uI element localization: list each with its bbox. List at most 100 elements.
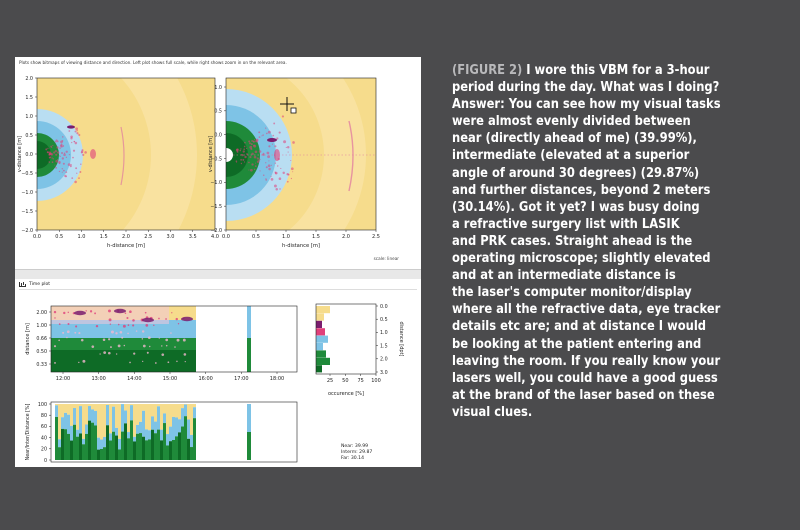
- time-hotspot: [127, 332, 129, 335]
- ratio-ytick-label: 0: [44, 458, 47, 464]
- right-hotspot: [256, 157, 259, 160]
- left-ytick-label: 1.0: [25, 114, 33, 120]
- ratio-interm-segment: [58, 439, 61, 448]
- ratio-far-segment: [184, 404, 187, 405]
- right-hotspot: [248, 161, 250, 164]
- time-hotspot: [147, 336, 151, 340]
- caption-text: angle of around 30 degrees) (29.87%): [452, 165, 700, 181]
- time-ytick-label: 1.00: [36, 323, 47, 329]
- ratio-near-segment: [190, 447, 193, 460]
- right-hotspot: [251, 139, 254, 142]
- right-hotspot: [240, 148, 242, 150]
- ratio-interm-segment: [160, 429, 163, 441]
- caption-line: details etc are; and at distance I would: [452, 318, 749, 335]
- caption-line: period during the day. What was I doing?: [452, 79, 749, 96]
- time-hotspot: [126, 316, 129, 320]
- left-hotspot: [84, 151, 87, 154]
- ratio-near-segment: [73, 424, 76, 460]
- left-ytick-label: 1.5: [25, 95, 33, 101]
- right-hotspot: [239, 149, 242, 152]
- right-hotspot: [256, 160, 260, 163]
- time-hotspot: [135, 330, 138, 332]
- time-hotspot: [133, 352, 136, 355]
- left-hotspot: [52, 144, 54, 147]
- caption-line: operating microscope; slightly elevated: [452, 250, 749, 267]
- right-hotspot: [267, 130, 271, 134]
- time-hotspot: [95, 324, 99, 328]
- ratio-far-segment: [187, 404, 190, 420]
- legend-far: Far: 30.14: [341, 455, 364, 461]
- ratio-interm-segment: [142, 410, 145, 437]
- right-hotspot: [258, 131, 261, 134]
- left-hotspot: [71, 177, 74, 179]
- caption-line: where all the refractive data, eye track…: [452, 301, 749, 318]
- right-hotspot: [240, 158, 243, 161]
- right-hotspot: [249, 145, 253, 149]
- time-hotspot: [174, 346, 176, 348]
- time-hotspot: [53, 345, 57, 348]
- ratio-far-segment: [130, 404, 133, 406]
- left-hotspot: [56, 140, 59, 143]
- time-hotspot: [161, 353, 165, 356]
- ratio-stacked-area: [55, 404, 251, 460]
- ratio-interm-segment: [130, 405, 133, 421]
- caption-text: near (directly ahead of me) (39.99%),: [452, 131, 697, 147]
- right-hotspot: [274, 162, 277, 164]
- hist-xtick-label: 25: [327, 378, 333, 384]
- legend-near: Near: 39.99: [341, 443, 368, 449]
- left-hotspot: [79, 171, 82, 173]
- ratio-interm-segment: [67, 414, 70, 434]
- ratio-far-segment: [103, 404, 106, 437]
- right-hotspot: [251, 163, 254, 166]
- figure-header: Plots show bitmaps of viewing distance a…: [19, 60, 287, 65]
- right-hotspot: [245, 147, 248, 150]
- hist-ytick-label: 3.0: [380, 370, 388, 376]
- left-hotspot: [65, 171, 68, 174]
- figure-divider: [15, 269, 421, 279]
- right-hotspot: [250, 143, 253, 146]
- ratio-near-segment: [187, 438, 190, 460]
- right-hotspot: [242, 150, 245, 153]
- time-hotspot: [165, 344, 168, 347]
- ratio-interm-segment: [172, 416, 175, 440]
- right-hotspot: [244, 155, 247, 159]
- time-hotspot: [115, 332, 118, 335]
- time-plots: 12:00 13:00 14:00 15:00 16:00 17:00 18:002.001…: [25, 303, 404, 464]
- ratio-interm-segment: [82, 438, 85, 445]
- ratio-far-segment: [127, 404, 130, 433]
- ratio-near-segment: [130, 420, 133, 460]
- ratio-interm-segment: [139, 421, 142, 434]
- ratio-far-segment: [154, 404, 157, 422]
- left-hotspot: [59, 147, 61, 149]
- ratio-near-segment: [151, 429, 154, 460]
- caption-line: Answer: You can see how my visual tasks: [452, 96, 749, 113]
- ratio-interm-segment: [124, 410, 127, 424]
- ratio-ytick-label: 40: [41, 435, 47, 441]
- right-ytick-label: −1.5: [210, 204, 222, 210]
- ratio-near-segment: [118, 449, 121, 460]
- right-hotspot: [235, 160, 238, 163]
- time-hotspot: [89, 310, 93, 313]
- right-hotspot: [265, 127, 267, 129]
- left-hotspot: [65, 176, 67, 178]
- ratio-near-segment: [175, 436, 178, 460]
- right-hotspot: [273, 122, 276, 125]
- time-ytick-label: 0.66: [36, 336, 47, 342]
- histogram-bar: [316, 350, 326, 358]
- left-hotspot: [68, 153, 71, 156]
- time-gap: [191, 306, 297, 372]
- ratio-interm-segment: [106, 404, 109, 426]
- caption-line: near (directly ahead of me) (39.99%),: [452, 130, 749, 147]
- right-hotspot: [270, 178, 274, 181]
- time-xtick-label: 13:00: [91, 376, 105, 382]
- ratio-near-segment: [169, 441, 172, 460]
- caption-text: period during the day. What was I doing?: [452, 80, 720, 96]
- caption-line: and PRK cases. Straight ahead is the: [452, 233, 749, 250]
- ratio-interm-segment: [193, 407, 196, 419]
- caption-text: operating microscope; slightly elevated: [452, 251, 711, 267]
- left-ytick-label: −1.0: [21, 190, 33, 196]
- ratio-far-segment: [109, 404, 112, 434]
- ratio-interm-segment: [163, 413, 166, 424]
- ratio-near-segment: [124, 423, 127, 460]
- time-hotspot: [108, 338, 111, 341]
